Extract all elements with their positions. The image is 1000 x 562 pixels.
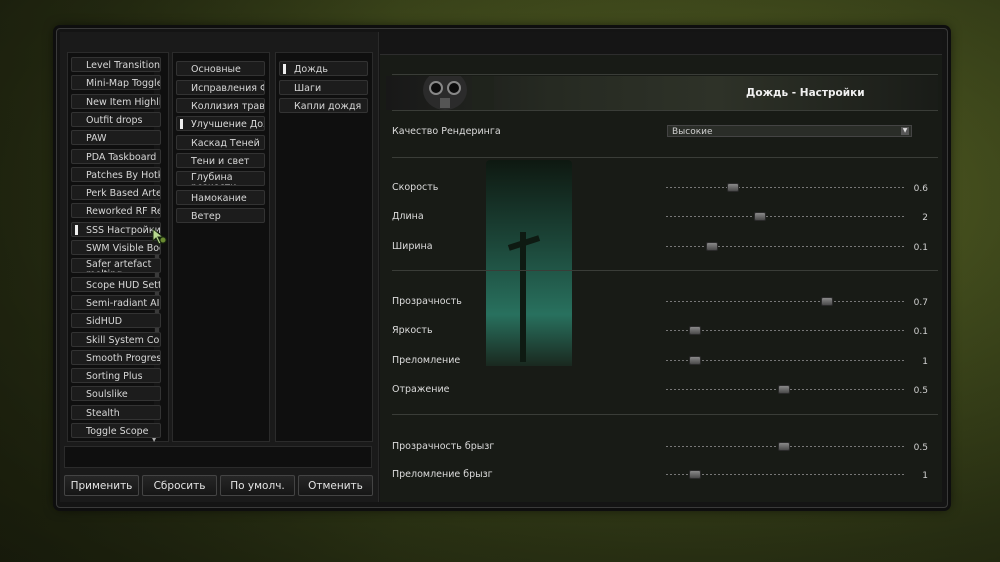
menu-col2-item[interactable]: Улучшение Дожд bbox=[176, 116, 265, 131]
divider bbox=[392, 414, 938, 415]
slider-label: Прозрачность bbox=[392, 296, 462, 307]
menu-col2-item[interactable]: Тени и свет bbox=[176, 153, 265, 168]
slider-label: Длина bbox=[392, 211, 424, 222]
slider-handle[interactable] bbox=[705, 242, 718, 251]
slider-handle[interactable] bbox=[820, 297, 833, 306]
divider bbox=[392, 110, 938, 111]
slider-value: 0.1 bbox=[913, 327, 928, 337]
status-bar bbox=[64, 446, 372, 468]
menu-col1-item[interactable]: Reworked RF Receiver bbox=[71, 203, 161, 219]
slider-label: Преломление брызг bbox=[392, 469, 493, 480]
menu-col1-item[interactable]: Semi-radiant AI bbox=[71, 294, 161, 310]
divider bbox=[392, 157, 938, 158]
slider-label: Ширина bbox=[392, 241, 433, 252]
slider-handle[interactable] bbox=[777, 442, 790, 451]
cancel-button[interactable]: Отменить bbox=[298, 475, 373, 496]
menu-col1-item[interactable]: Scope HUD Setting bbox=[71, 276, 161, 292]
menu-col1-item[interactable]: Perk Based Artefacts bbox=[71, 185, 161, 201]
gas-mask-icon bbox=[423, 76, 494, 110]
menu-col3-item[interactable]: Капли дождя bbox=[279, 98, 368, 113]
menu-col1-item[interactable]: PAW bbox=[71, 130, 161, 146]
menu-col2-item[interactable]: Коллизия травы bbox=[176, 98, 265, 113]
divider bbox=[392, 270, 938, 271]
slider-label: Яркость bbox=[392, 325, 433, 336]
apply-button[interactable]: Применить bbox=[64, 475, 139, 496]
menu-col2-item[interactable]: Ветер bbox=[176, 208, 265, 223]
slider-value: 0.1 bbox=[913, 243, 928, 253]
menu-col2-item[interactable]: Каскад Теней bbox=[176, 135, 265, 150]
slider-value: 2 bbox=[922, 213, 928, 223]
reset-button[interactable]: Сбросить bbox=[142, 475, 217, 496]
menu-col2-item[interactable]: Глубина резкости оружия bbox=[176, 171, 265, 186]
menu-col1-item[interactable]: Stealth bbox=[71, 404, 161, 420]
menu-col1-item[interactable]: Patches By Hotke bbox=[71, 166, 161, 182]
menu-col2-item[interactable]: Основные bbox=[176, 61, 265, 76]
menu-col1-item[interactable]: New Item Highligh bbox=[71, 93, 161, 109]
slider-value: 0.6 bbox=[913, 184, 928, 194]
chevron-down-icon[interactable]: ▼ bbox=[901, 127, 909, 135]
slider-handle[interactable] bbox=[688, 326, 701, 335]
slider-value: 1 bbox=[922, 357, 928, 367]
slider-handle[interactable] bbox=[688, 356, 701, 365]
menu-col1-item[interactable]: Mini-Map Toggle bbox=[71, 75, 161, 91]
menu-col1-item[interactable]: Soulslike bbox=[71, 386, 161, 402]
slider-value: 0.7 bbox=[913, 298, 928, 308]
slider-track[interactable] bbox=[666, 216, 906, 217]
slider-handle[interactable] bbox=[777, 385, 790, 394]
slider-label: Прозрачность брызг bbox=[392, 441, 495, 452]
slider-handle[interactable] bbox=[688, 470, 701, 479]
slider-handle[interactable] bbox=[753, 212, 766, 221]
menu-col3-item[interactable]: Шаги bbox=[279, 80, 368, 95]
render-quality-label: Качество Рендеринга bbox=[392, 126, 501, 137]
cursor-icon bbox=[152, 228, 167, 245]
slider-track[interactable] bbox=[666, 301, 906, 302]
slider-handle[interactable] bbox=[727, 183, 740, 192]
menu-col1-item[interactable]: Toggle Scope bbox=[71, 423, 161, 438]
default-button[interactable]: По умолч. bbox=[220, 475, 295, 496]
slider-value: 0.5 bbox=[913, 443, 928, 453]
menu-col3-item[interactable]: Дождь bbox=[279, 61, 368, 76]
divider bbox=[392, 74, 938, 75]
slider-track[interactable] bbox=[666, 360, 906, 361]
menu-col1-item[interactable]: PDA Taskboard bbox=[71, 148, 161, 164]
menu-col1-item[interactable]: Skill System Confi bbox=[71, 331, 161, 347]
menu-col1-item[interactable]: SidHUD bbox=[71, 313, 161, 329]
slider-label: Отражение bbox=[392, 384, 450, 395]
slider-label: Скорость bbox=[392, 182, 439, 193]
menu-col2-item[interactable]: Исправления Флр bbox=[176, 80, 265, 95]
menu-col2-item[interactable]: Намокание bbox=[176, 190, 265, 205]
slider-track[interactable] bbox=[666, 187, 906, 188]
slider-value: 1 bbox=[922, 471, 928, 481]
settings-title: Дождь - Настройки bbox=[746, 87, 865, 99]
settings-header-bar bbox=[380, 32, 942, 55]
slider-track[interactable] bbox=[666, 474, 906, 475]
render-quality-value: Высокие bbox=[672, 127, 713, 137]
menu-col1-item[interactable]: Smooth Progress bbox=[71, 349, 161, 365]
slider-track[interactable] bbox=[666, 246, 906, 247]
slider-value: 0.5 bbox=[913, 386, 928, 396]
menu-col1-item[interactable]: Safer artefact melting bbox=[71, 258, 161, 274]
render-quality-dropdown[interactable]: Высокие ▼ bbox=[667, 125, 912, 137]
menu-col1-item[interactable]: Outfit drops bbox=[71, 111, 161, 127]
slider-track[interactable] bbox=[666, 330, 906, 331]
menu-col1-item[interactable]: Level Transitions bbox=[71, 57, 161, 72]
slider-label: Преломление bbox=[392, 355, 461, 366]
cross-icon bbox=[507, 232, 541, 362]
menu-col1-item[interactable]: SWM Visible Boo bbox=[71, 240, 161, 255]
menu-col1-item[interactable]: Sorting Plus bbox=[71, 368, 161, 384]
menu-col1-item[interactable]: SSS Настройки bbox=[71, 221, 161, 237]
